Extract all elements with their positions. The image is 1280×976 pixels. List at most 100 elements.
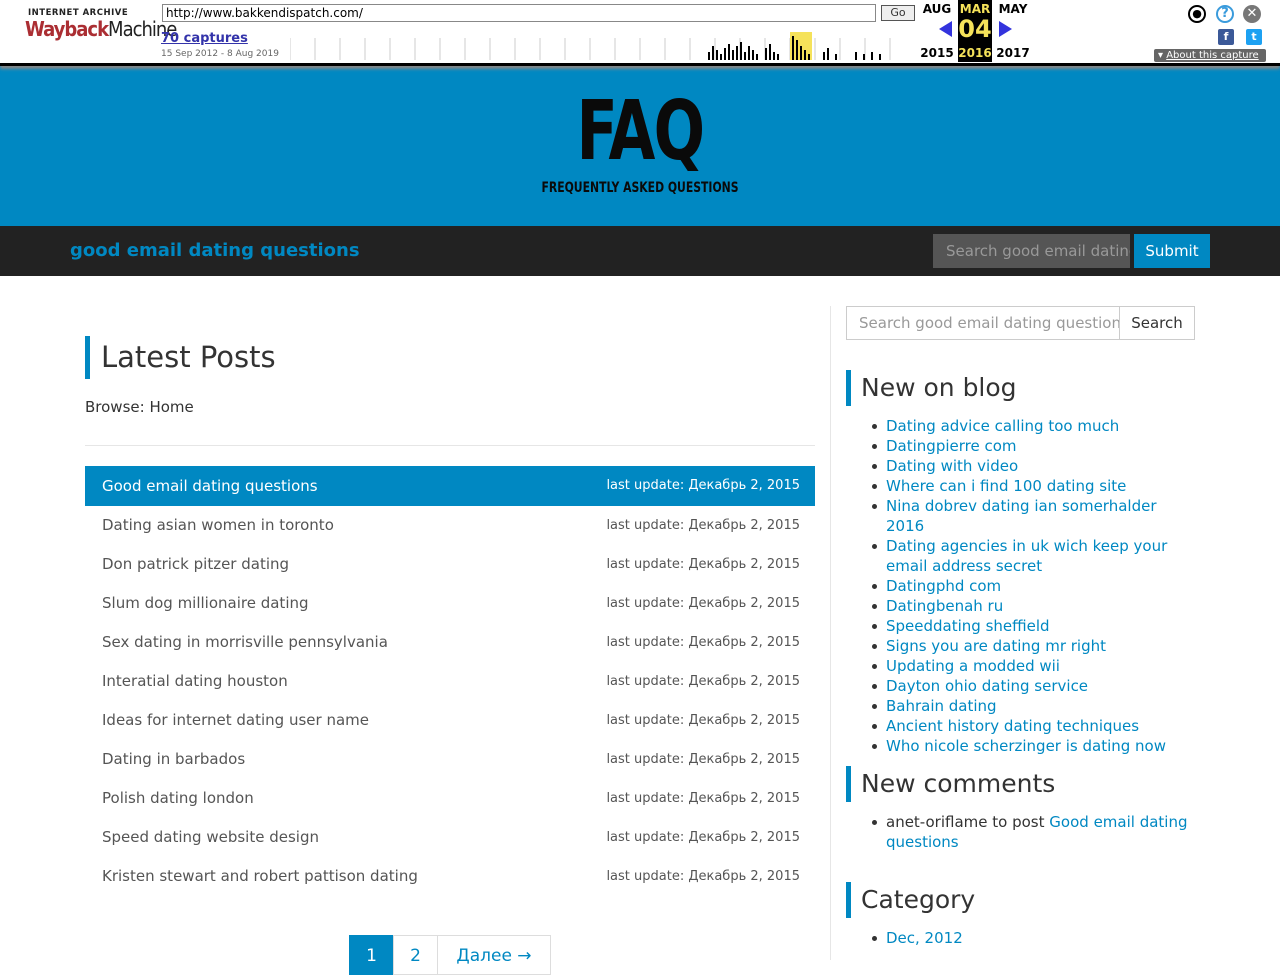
list-item: Ancient history dating techniques	[872, 716, 1198, 736]
sidebar-search-input[interactable]: Search good email dating questions	[846, 306, 1120, 340]
list-item[interactable]: Ideas for internet dating user name last …	[85, 701, 815, 740]
divider	[85, 445, 815, 446]
post-date: last update: Декабрь 2, 2015	[606, 557, 800, 572]
site-navbar: good email dating questions Search good …	[0, 226, 1280, 276]
list-item: Where can i find 100 dating site	[872, 476, 1198, 496]
list-item: Who nicole scherzinger is dating now	[872, 736, 1198, 756]
post-title[interactable]: Speed dating website design	[102, 818, 319, 857]
blog-link[interactable]: Nina dobrev dating ian somerhalder 2016	[886, 497, 1157, 535]
wayback-captures-link[interactable]: 70 captures	[161, 31, 248, 46]
wayback-next-arrow-icon[interactable]	[999, 21, 1012, 37]
wayback-prev-month[interactable]: AUG	[918, 2, 956, 16]
new-on-blog-list: Dating advice calling too much Datingpie…	[872, 416, 1198, 756]
blog-link[interactable]: Updating a modded wii	[886, 657, 1060, 675]
blog-link[interactable]: Who nicole scherzinger is dating now	[886, 737, 1166, 755]
blog-link[interactable]: Ancient history dating techniques	[886, 717, 1139, 735]
wayback-toolbar: INTERNET ARCHIVE WaybackMachine http://w…	[0, 0, 1280, 66]
list-item[interactable]: Don patrick pitzer dating last update: Де…	[85, 545, 815, 584]
blog-link[interactable]: Datingphd com	[886, 577, 1001, 595]
post-date: last update: Декабрь 2, 2015	[606, 752, 800, 767]
post-title[interactable]: Polish dating london	[102, 779, 254, 818]
wayback-prev-year[interactable]: 2015	[918, 46, 956, 60]
wayback-cur-day: 04	[958, 15, 992, 43]
post-title[interactable]: Sex dating in morrisville pennsylvania	[102, 623, 388, 662]
list-item[interactable]: Sex dating in morrisville pennsylvania la…	[85, 623, 815, 662]
facebook-icon[interactable]: f	[1218, 29, 1234, 45]
post-title[interactable]: Don patrick pitzer dating	[102, 545, 289, 584]
sidebar-divider	[830, 306, 831, 960]
post-title[interactable]: Dating in barbados	[102, 740, 245, 779]
post-title[interactable]: Kristen stewart and robert pattison dati…	[102, 857, 418, 896]
blog-link[interactable]: Dating with video	[886, 457, 1018, 475]
blog-link[interactable]: Dating agencies in uk wich keep your ema…	[886, 537, 1167, 575]
breadcrumb: Browse: Home	[85, 398, 194, 416]
post-title[interactable]: Ideas for internet dating user name	[102, 701, 369, 740]
blog-link[interactable]: Speeddating sheffield	[886, 617, 1050, 635]
wayback-logo[interactable]: INTERNET ARCHIVE WaybackMachine	[22, 8, 177, 52]
list-item: Dayton ohio dating service	[872, 676, 1198, 696]
blog-link[interactable]: Where can i find 100 dating site	[886, 477, 1126, 495]
blog-link[interactable]: Signs you are dating mr right	[886, 637, 1106, 655]
wayback-about-capture[interactable]: ▾ About this capture	[1154, 49, 1266, 62]
sidebar-search-button[interactable]: Search	[1119, 306, 1195, 340]
post-date: last update: Декабрь 2, 2015	[606, 518, 800, 533]
list-item: Dating with video	[872, 456, 1198, 476]
blog-link[interactable]: Dayton ohio dating service	[886, 677, 1088, 695]
list-item: Dating advice calling too much	[872, 416, 1198, 436]
page-1-button[interactable]: 1	[349, 935, 394, 975]
wayback-next-month[interactable]: MAY	[994, 2, 1032, 16]
page-2-button[interactable]: 2	[393, 935, 438, 975]
navbar-search-input[interactable]: Search good email dating questions	[933, 234, 1130, 268]
wayback-next-year[interactable]: 2017	[994, 46, 1032, 60]
wayback-calendar: AUG MAR 04 MAY 2015 2016 2017	[918, 0, 1038, 62]
post-title[interactable]: Interatial dating houston	[102, 662, 288, 701]
blog-link[interactable]: Bahrain dating	[886, 697, 997, 715]
list-item: Nina dobrev dating ian somerhalder 2016	[872, 496, 1198, 536]
category-list: Dec, 2012	[872, 928, 1198, 948]
wayback-sparkline[interactable]	[290, 32, 915, 60]
site-title-link[interactable]: good email dating questions	[70, 240, 360, 261]
list-item[interactable]: Dating in barbados last update: Декабрь 2…	[85, 740, 815, 779]
list-item[interactable]: Dating asian women in toronto last update…	[85, 506, 815, 545]
post-date: last update: Декабрь 2, 2015	[606, 635, 800, 650]
category-heading: Category	[846, 882, 975, 918]
comment-author: anet-oriflame	[886, 813, 988, 831]
wayback-about-label: About this capture	[1166, 50, 1259, 61]
list-item[interactable]: Slum dog millionaire dating last update: …	[85, 584, 815, 623]
post-date: last update: Декабрь 2, 2015	[606, 596, 800, 611]
blog-link[interactable]: Dating advice calling too much	[886, 417, 1119, 435]
close-icon[interactable]: ✕	[1243, 5, 1261, 23]
list-item[interactable]: Speed dating website design last update: …	[85, 818, 815, 857]
next-page-button[interactable]: Далее →	[437, 935, 551, 975]
site-logo[interactable]: FAQ	[115, 84, 1165, 180]
list-item: Datingphd com	[872, 576, 1198, 596]
help-icon[interactable]: ?	[1216, 5, 1234, 23]
wayback-prev-arrow-icon[interactable]	[939, 21, 952, 37]
blog-link[interactable]: Datingpierre com	[886, 437, 1017, 455]
post-title[interactable]: Dating asian women in toronto	[102, 506, 334, 545]
list-item[interactable]: Interatial dating houston last update: Де…	[85, 662, 815, 701]
new-on-blog-heading: New on blog	[846, 370, 1017, 406]
blog-link[interactable]: Datingbenah ru	[886, 597, 1003, 615]
navbar-submit-button[interactable]: Submit	[1134, 234, 1210, 268]
post-title[interactable]: Slum dog millionaire dating	[102, 584, 309, 623]
user-icon[interactable]: ●	[1188, 5, 1206, 23]
list-item[interactable]: Polish dating london last update: Декабрь…	[85, 779, 815, 818]
twitter-icon[interactable]: t	[1246, 29, 1262, 45]
wayback-go-button[interactable]: Go	[881, 5, 915, 21]
list-item[interactable]: Good email dating questions last update: …	[85, 466, 815, 506]
list-item[interactable]: Kristen stewart and robert pattison dati…	[85, 857, 815, 896]
list-item: Datingbenah ru	[872, 596, 1198, 616]
wayback-cur-year: 2016	[958, 46, 992, 60]
list-item: Bahrain dating	[872, 696, 1198, 716]
page-title: Latest Posts	[85, 336, 276, 379]
list-item: Signs you are dating mr right	[872, 636, 1198, 656]
new-comments-heading: New comments	[846, 766, 1055, 802]
wayback-url-input[interactable]: http://www.bakkendispatch.com/	[162, 4, 876, 22]
post-title[interactable]: Good email dating questions	[102, 466, 318, 506]
category-link[interactable]: Dec, 2012	[886, 929, 963, 947]
site-header: FAQ FREQUENTLY ASKED QUESTIONS	[0, 66, 1280, 226]
wayback-cur-month: MAR	[959, 2, 991, 16]
list-item: Dating agencies in uk wich keep your ema…	[872, 536, 1198, 576]
post-date: last update: Декабрь 2, 2015	[606, 478, 800, 493]
